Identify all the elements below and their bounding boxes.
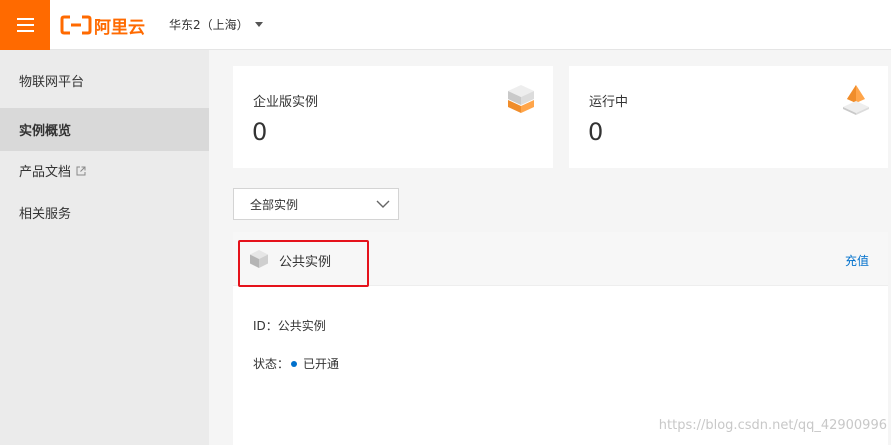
sidebar-item-instance-overview[interactable]: 实例概览 xyxy=(0,108,209,151)
status-label: 状态： xyxy=(253,357,290,371)
stat-value: 0 xyxy=(252,118,268,146)
sidebar-title: 物联网平台 xyxy=(19,75,85,90)
aliyun-logo[interactable]: 阿里云 xyxy=(60,13,145,38)
sidebar: 物联网平台 实例概览 产品文档 相关服务 xyxy=(0,50,209,445)
status-dot-icon xyxy=(291,360,298,367)
stat-value: 0 xyxy=(588,118,604,146)
instance-panel-header: 公共实例 充值 xyxy=(233,232,888,287)
top-bar: 阿里云 华东2（上海） xyxy=(0,0,891,50)
region-label: 华东2（上海） xyxy=(169,18,249,32)
logo-text: 阿里云 xyxy=(94,17,145,38)
instance-filter-value: 全部实例 xyxy=(250,197,299,212)
instance-status-row: 状态： 已开通 xyxy=(253,355,339,372)
running-instance-icon xyxy=(843,85,869,115)
id-label: ID： xyxy=(253,319,278,333)
stat-label: 运行中 xyxy=(589,95,629,110)
status-value: 已开通 xyxy=(303,357,340,371)
caret-down-icon xyxy=(254,22,263,27)
sidebar-item-label: 产品文档 xyxy=(19,165,72,180)
sidebar-item-product-docs[interactable]: 产品文档 xyxy=(0,149,209,192)
instance-panel: 公共实例 充值 ID： 公共实例 状态： 已开通 xyxy=(233,232,888,445)
highlight-box xyxy=(238,240,369,287)
enterprise-instance-icon xyxy=(508,85,534,113)
external-link-icon xyxy=(76,166,86,175)
recharge-link[interactable]: 充值 xyxy=(845,252,869,269)
aliyun-logo-icon xyxy=(60,15,92,35)
hamburger-icon xyxy=(16,18,34,32)
sidebar-item-related-services[interactable]: 相关服务 xyxy=(0,191,209,234)
region-selector[interactable]: 华东2（上海） xyxy=(169,16,263,33)
instance-id-row: ID： 公共实例 xyxy=(253,317,326,334)
hamburger-menu-button[interactable] xyxy=(0,0,50,50)
chevron-down-icon xyxy=(376,200,390,208)
sidebar-item-label: 实例概览 xyxy=(19,124,72,139)
id-value: 公共实例 xyxy=(277,319,326,333)
stat-card-running: 运行中 0 xyxy=(569,66,888,168)
stat-card-enterprise: 企业版实例 0 xyxy=(233,66,553,168)
instance-filter-select[interactable]: 全部实例 xyxy=(233,188,399,220)
watermark: https://blog.csdn.net/qq_42900996 xyxy=(658,418,887,433)
stat-label: 企业版实例 xyxy=(253,95,319,110)
sidebar-item-label: 相关服务 xyxy=(19,207,72,222)
